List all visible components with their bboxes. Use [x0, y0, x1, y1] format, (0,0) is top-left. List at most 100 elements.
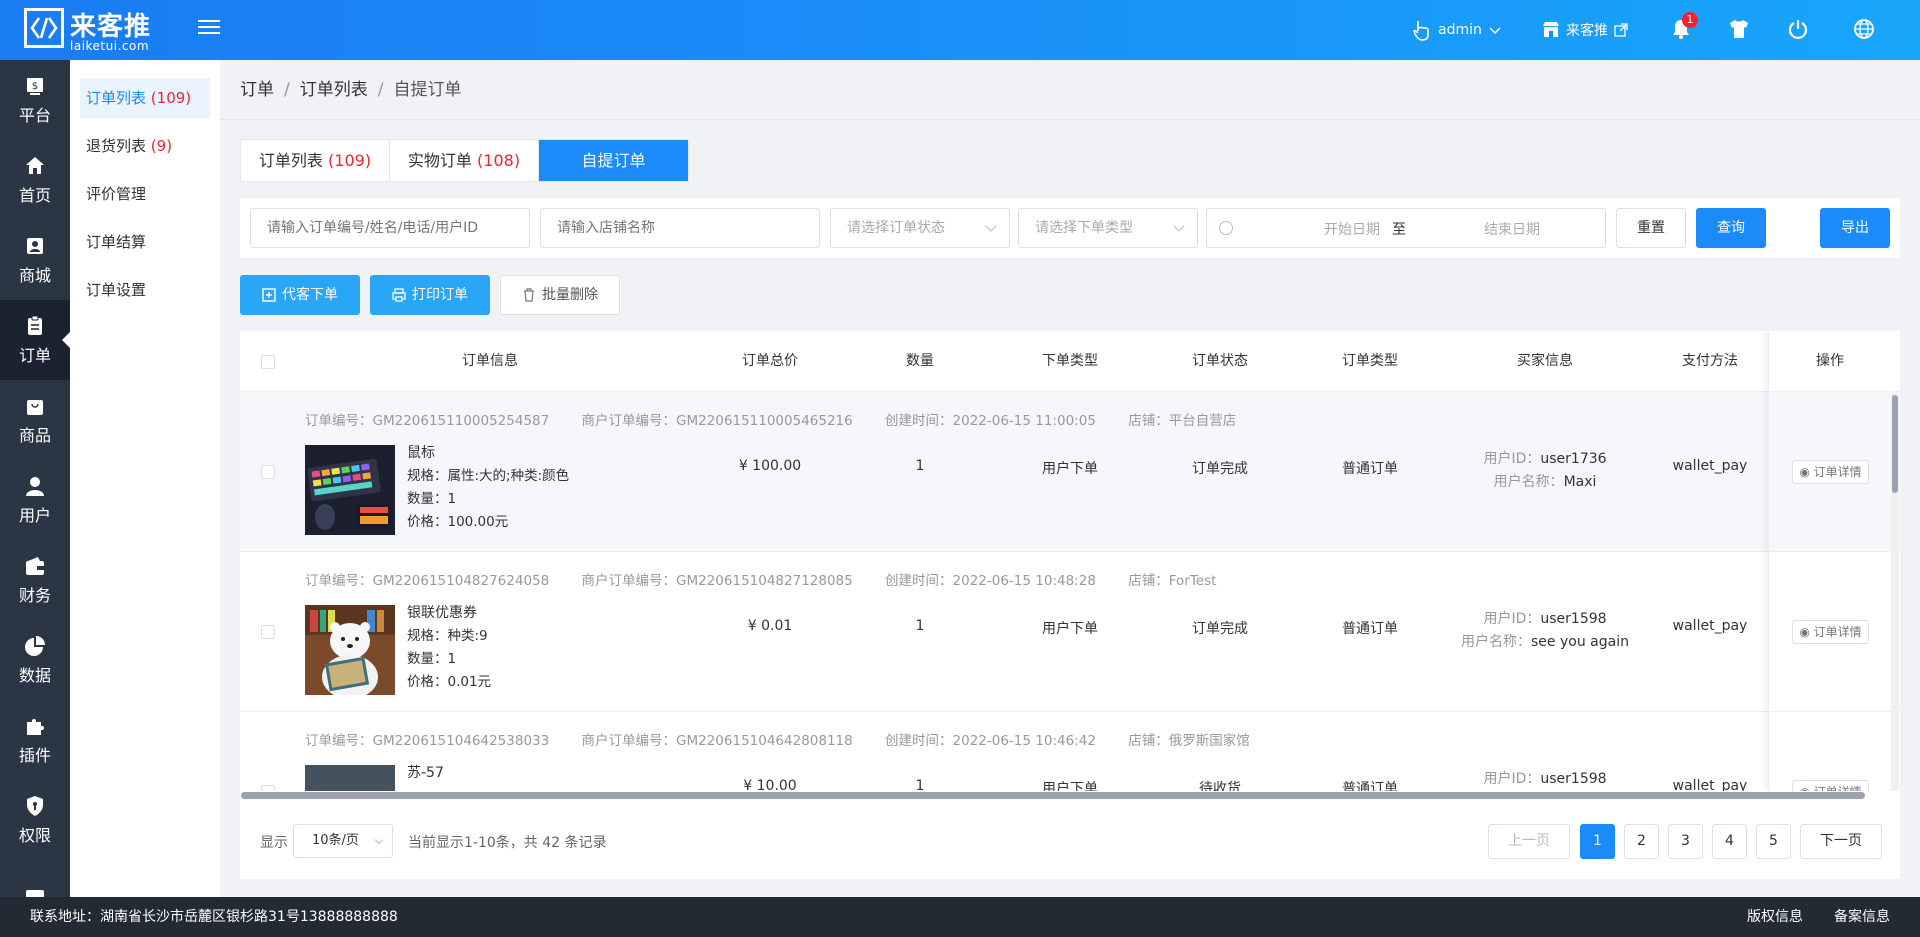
product-image-jet[interactable]	[305, 765, 395, 792]
product-qty: 1	[447, 491, 457, 507]
order-no: GM220615104827624058	[372, 573, 550, 589]
row-checkbox[interactable]	[261, 465, 275, 479]
product-name: 苏-57	[407, 765, 444, 781]
order-type-select[interactable]: 请选择下单类型	[1018, 208, 1198, 248]
sidebar-item-goods[interactable]: 商品	[0, 380, 70, 460]
breadcrumb: 订单 / 订单列表 / 自提订单	[220, 60, 1920, 120]
proxy-order-button[interactable]: 代客下单	[240, 275, 360, 315]
power-icon[interactable]	[1787, 18, 1811, 42]
page-2[interactable]: 2	[1624, 824, 1659, 859]
notification-badge: 1	[1682, 12, 1698, 28]
copyright-link[interactable]: 版权信息	[1747, 897, 1803, 937]
table-body: 订单编号：GM220615110005254587 商户订单编号：GM22061…	[240, 392, 1900, 792]
order-kind: 用户下单	[1042, 621, 1098, 637]
sidebar-item-permission[interactable]: 权限	[0, 780, 70, 860]
product-name: 银联优惠券	[407, 605, 477, 621]
icp-link[interactable]: 备案信息	[1834, 897, 1890, 937]
order-kind: 用户下单	[1042, 781, 1098, 792]
buyer-user-id: user1598	[1540, 771, 1607, 787]
sidebar-item-media[interactable]	[0, 860, 70, 897]
sidebar-item-data[interactable]: 数据	[0, 620, 70, 700]
order-status: 待收货	[1199, 781, 1241, 792]
user-icon	[26, 476, 44, 496]
merchant-order-no: GM220615104827128085	[676, 573, 853, 589]
tab-physical-order[interactable]: 实物订单 (108)	[390, 140, 539, 181]
vertical-scrollbar[interactable]	[1891, 393, 1899, 791]
batch-delete-button[interactable]: 批量删除	[500, 275, 620, 315]
image-icon	[26, 889, 44, 897]
sidebar-item-user[interactable]: 用户	[0, 460, 70, 540]
globe-icon[interactable]	[1853, 18, 1877, 42]
submenu-order-list[interactable]: 订单列表 (109)	[80, 78, 210, 118]
filter-bar: 请选择订单状态 请选择下单类型 开始日期 至 结束日期 重置 查询 导出	[240, 198, 1900, 258]
product-image-keyboard[interactable]	[305, 445, 395, 535]
product-image-bear[interactable]	[305, 605, 395, 695]
top-header: 来客推 laiketui.com admin 来客推 1	[0, 0, 1920, 60]
menu-toggle-icon[interactable]	[198, 16, 220, 38]
page-3[interactable]: 3	[1668, 824, 1703, 859]
product-info: 鼠标 规格：属性:大的;种类:颜色 数量：1 价格：100.00元	[407, 442, 569, 534]
export-button[interactable]: 导出	[1820, 208, 1890, 248]
platform-icon: $	[27, 77, 43, 95]
tab-order-list[interactable]: 订单列表 (109)	[241, 140, 390, 181]
merchant-order-no: GM220615104642808118	[676, 733, 853, 749]
brand-domain: laiketui.com	[70, 39, 150, 53]
order-search-input[interactable]	[250, 208, 530, 248]
submenu-return-list[interactable]: 退货列表 (9)	[80, 126, 210, 166]
order-total: ¥ 100.00	[738, 458, 802, 474]
breadcrumb-current: 自提订单	[393, 80, 462, 100]
clock-icon	[1219, 221, 1233, 235]
order-kind: 用户下单	[1042, 461, 1098, 477]
sidebar-item-platform[interactable]: $ 平台	[0, 60, 70, 140]
query-button[interactable]: 查询	[1696, 208, 1766, 248]
submenu-order-settings[interactable]: 订单设置	[80, 270, 210, 310]
product-price: 0.01元	[447, 674, 492, 690]
select-all-checkbox[interactable]	[261, 355, 275, 369]
product-qty: 1	[447, 651, 457, 667]
sidebar-item-plugin[interactable]: 插件	[0, 700, 70, 780]
shield-icon	[27, 795, 43, 816]
created-time: 2022-06-15 10:46:42	[952, 733, 1096, 749]
sidebar-item-finance[interactable]: 财务	[0, 540, 70, 620]
page-4[interactable]: 4	[1712, 824, 1747, 859]
sidebar-item-order[interactable]: 订单	[0, 300, 70, 380]
order-detail-button[interactable]: ◉ 订单详情	[1792, 620, 1869, 644]
sidebar-item-home[interactable]: 首页	[0, 140, 70, 220]
order-total: ¥ 0.01	[747, 618, 793, 634]
prev-page-button[interactable]: 上一页	[1488, 824, 1570, 859]
orders-table: 订单信息 订单总价 数量 下单类型 订单状态 订单类型 买家信息 支付方法 操作…	[240, 331, 1900, 799]
sidebar-item-store[interactable]: 商城	[0, 220, 70, 300]
buyer-info: 用户ID：user1736 用户名称：Maxi	[1483, 451, 1607, 490]
product-name: 鼠标	[407, 445, 435, 461]
page-size-select[interactable]: 10条/页	[293, 824, 393, 858]
order-detail-button[interactable]: ◉ 订单详情	[1792, 460, 1869, 484]
page-1[interactable]: 1	[1580, 824, 1615, 859]
store-search-input[interactable]	[540, 208, 820, 248]
end-date[interactable]: 结束日期	[1447, 219, 1577, 239]
product-spec: 种类:9	[447, 628, 488, 644]
product-info: 苏-57	[407, 762, 444, 785]
logo[interactable]: 来客推 laiketui.com	[24, 8, 179, 54]
submenu-order-settlement[interactable]: 订单结算	[80, 222, 210, 262]
date-range-picker[interactable]: 开始日期 至 结束日期	[1206, 208, 1606, 248]
print-order-button[interactable]: 打印订单	[370, 275, 490, 315]
row-checkbox[interactable]	[261, 625, 275, 639]
reset-button[interactable]: 重置	[1616, 208, 1686, 248]
bell-icon[interactable]: 1	[1670, 12, 1698, 42]
order-type: 普通订单	[1342, 461, 1398, 477]
shirt-icon[interactable]	[1728, 18, 1752, 42]
buyer-user-name: Maxi	[1563, 474, 1597, 490]
printer-icon	[392, 288, 406, 302]
breadcrumb-item[interactable]: 订单	[240, 80, 274, 100]
submenu-review-manage[interactable]: 评价管理	[80, 174, 210, 214]
breadcrumb-item[interactable]: 订单列表	[300, 80, 368, 100]
table-row: 订单编号：GM220615104642538033 商户订单编号：GM22061…	[240, 712, 1900, 792]
user-menu[interactable]: admin	[1412, 0, 1502, 60]
shop-link[interactable]: 来客推	[1542, 0, 1628, 60]
page-5[interactable]: 5	[1756, 824, 1791, 859]
horizontal-scrollbar[interactable]	[240, 791, 1900, 799]
next-page-button[interactable]: 下一页	[1800, 824, 1882, 859]
tab-pickup-order[interactable]: 自提订单	[539, 140, 688, 181]
shop-name: 来客推	[1566, 23, 1608, 39]
order-status-select[interactable]: 请选择订单状态	[830, 208, 1010, 248]
